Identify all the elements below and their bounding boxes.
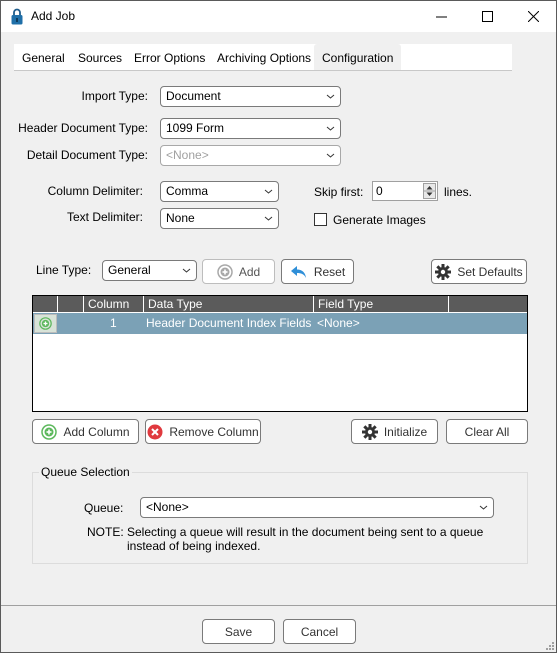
column-delimiter-select[interactable]: Comma bbox=[160, 181, 279, 202]
close-icon bbox=[527, 11, 539, 22]
detail-doc-type-label: Detail Document Type: bbox=[26, 148, 148, 162]
chevron-down-icon bbox=[182, 268, 191, 273]
header-doc-type-label: Header Document Type: bbox=[18, 121, 148, 135]
tab-strip: General Sources Error Options Archiving … bbox=[14, 44, 512, 71]
import-type-select[interactable]: Document bbox=[160, 86, 341, 107]
reset-button[interactable]: Reset bbox=[281, 259, 354, 284]
skip-first-label: Skip first: bbox=[314, 185, 364, 199]
note-label: NOTE: bbox=[87, 525, 124, 539]
gear-icon bbox=[435, 263, 452, 280]
chevron-down-icon bbox=[326, 126, 335, 131]
set-defaults-button[interactable]: Set Defaults bbox=[431, 259, 527, 284]
maximize-icon bbox=[481, 11, 493, 22]
tab-configuration[interactable]: Configuration bbox=[314, 44, 402, 70]
window-title: Add Job bbox=[31, 9, 76, 23]
grid-header: Column Data Type Field Type bbox=[33, 296, 527, 312]
cell-field-type[interactable]: <None> bbox=[317, 313, 360, 334]
spin-up-down-icon bbox=[424, 186, 435, 196]
queue-value: <None> bbox=[146, 500, 189, 514]
plus-circle-icon bbox=[39, 317, 52, 330]
grid-header-blank[interactable] bbox=[57, 296, 83, 312]
queue-selection-group: Queue Selection bbox=[32, 465, 528, 564]
add-line-button[interactable]: Add bbox=[202, 259, 275, 284]
tab-sources[interactable]: Sources bbox=[70, 44, 130, 70]
title-bar: Add Job bbox=[1, 1, 556, 32]
cell-column: 1 bbox=[110, 316, 117, 330]
grid-header-data-type[interactable]: Data Type bbox=[143, 296, 313, 312]
undo-arrow-icon bbox=[290, 265, 306, 278]
spinner-arrows[interactable] bbox=[423, 183, 436, 199]
minimize-icon bbox=[435, 16, 447, 18]
skip-first-spinner[interactable]: 0 bbox=[372, 181, 438, 201]
import-type-value: Document bbox=[166, 89, 221, 103]
set-defaults-label: Set Defaults bbox=[457, 264, 523, 279]
remove-column-label: Remove Column bbox=[169, 424, 259, 439]
clear-all-button[interactable]: Clear All bbox=[446, 419, 528, 444]
text-delimiter-select[interactable]: None bbox=[160, 208, 279, 229]
maximize-button[interactable] bbox=[464, 1, 510, 32]
note-text-line2: instead of being indexed. bbox=[127, 539, 261, 553]
remove-column-button[interactable]: Remove Column bbox=[145, 419, 261, 444]
queue-label: Queue: bbox=[84, 501, 124, 515]
header-doc-type-select[interactable]: 1099 Form bbox=[160, 118, 341, 139]
generate-images-label: Generate Images bbox=[333, 213, 426, 227]
chevron-down-icon bbox=[326, 153, 335, 158]
chevron-down-icon bbox=[479, 505, 488, 510]
remove-circle-icon bbox=[147, 424, 163, 439]
text-delimiter-label: Text Delimiter: bbox=[66, 210, 143, 224]
import-type-label: Import Type: bbox=[81, 89, 148, 103]
line-type-select[interactable]: General bbox=[102, 260, 197, 281]
plus-circle-icon bbox=[41, 423, 58, 440]
cancel-button[interactable]: Cancel bbox=[283, 619, 356, 644]
text-delimiter-value: None bbox=[166, 211, 195, 225]
grid-header-field-type[interactable]: Field Type bbox=[313, 296, 448, 312]
column-delimiter-value: Comma bbox=[166, 184, 209, 198]
save-button[interactable]: Save bbox=[202, 619, 275, 644]
tab-general[interactable]: General bbox=[14, 44, 73, 70]
gear-icon bbox=[361, 423, 378, 440]
queue-select[interactable]: <None> bbox=[140, 497, 494, 518]
lines-label: lines. bbox=[444, 185, 473, 199]
initialize-button[interactable]: Initialize bbox=[351, 419, 438, 444]
grid-header-column[interactable]: Column bbox=[83, 296, 143, 312]
add-column-button[interactable]: Add Column bbox=[32, 419, 139, 444]
generate-images-checkbox[interactable] bbox=[314, 213, 327, 226]
column-delimiter-label: Column Delimiter: bbox=[47, 184, 143, 198]
grid-header-extra[interactable] bbox=[448, 296, 527, 312]
header-doc-type-value: 1099 Form bbox=[166, 121, 225, 135]
add-column-label: Add Column bbox=[63, 424, 130, 439]
close-button[interactable] bbox=[510, 1, 556, 32]
columns-grid: Column Data Type Field Type 1 Header Doc… bbox=[32, 295, 528, 412]
reset-label: Reset bbox=[313, 264, 346, 279]
line-type-label: Line Type: bbox=[36, 263, 92, 277]
padlock-icon bbox=[11, 8, 23, 25]
chevron-down-icon bbox=[326, 94, 335, 99]
clear-all-label: Clear All bbox=[464, 424, 510, 439]
note-text-line1: Selecting a queue will result in the doc… bbox=[127, 525, 484, 539]
chevron-down-icon bbox=[264, 216, 273, 221]
cell-data-type: Header Document Index Fields bbox=[146, 316, 312, 330]
add-line-label: Add bbox=[238, 264, 261, 279]
cancel-label: Cancel bbox=[300, 624, 339, 639]
minimize-button[interactable] bbox=[418, 1, 464, 32]
chevron-down-icon bbox=[264, 189, 273, 194]
footer-divider bbox=[1, 605, 556, 606]
line-type-value: General bbox=[108, 263, 151, 277]
plus-circle-icon bbox=[217, 263, 233, 280]
queue-selection-title: Queue Selection bbox=[39, 465, 132, 479]
initialize-label: Initialize bbox=[383, 424, 428, 439]
table-row[interactable]: 1 Header Document Index Fields <None> bbox=[33, 313, 527, 334]
row-expand-button[interactable] bbox=[34, 314, 57, 333]
skip-first-value: 0 bbox=[376, 184, 383, 198]
resize-grip-icon[interactable] bbox=[544, 640, 554, 650]
detail-doc-type-value: <None> bbox=[166, 148, 209, 162]
tab-archiving-options[interactable]: Archiving Options bbox=[209, 44, 319, 70]
tab-error-options[interactable]: Error Options bbox=[126, 44, 213, 70]
save-label: Save bbox=[224, 624, 253, 639]
add-job-window: Add Job General Sources Error Options Ar… bbox=[0, 0, 557, 653]
detail-doc-type-select[interactable]: <None> bbox=[160, 145, 341, 166]
